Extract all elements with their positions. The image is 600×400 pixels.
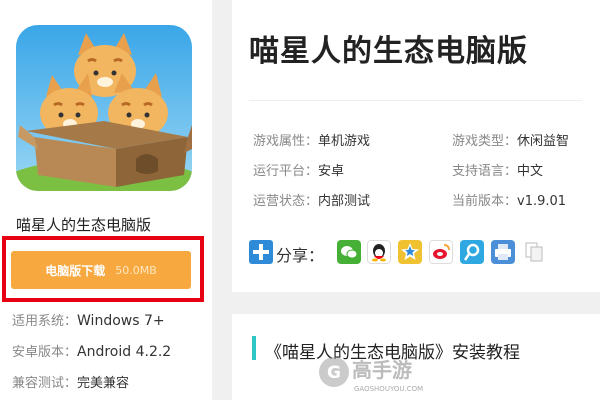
- weibo-icon[interactable]: [429, 240, 453, 264]
- info-label: 游戏属性：: [253, 134, 319, 149]
- info-language: 支持语言：中文: [452, 160, 543, 179]
- info-value: 休闲益智: [517, 134, 570, 149]
- page-title: 喵星人的生态电脑版: [249, 34, 528, 69]
- info-label: 支持语言：: [452, 164, 518, 179]
- spec-system: 适用系统：Windows 7+: [12, 310, 165, 329]
- site-watermark: G 高手游 GAOSHOUYOU.COM: [316, 352, 436, 396]
- info-label: 运营状态：: [253, 194, 319, 209]
- info-value: 中文: [517, 164, 544, 179]
- info-value: 单机游戏: [318, 134, 371, 149]
- info-label: 游戏类型：: [452, 134, 518, 149]
- qzone-icon[interactable]: [398, 240, 422, 264]
- spec-label: 兼容测试：: [12, 376, 78, 391]
- svg-text:G: G: [327, 363, 341, 383]
- app-icon[interactable]: [16, 25, 192, 191]
- spec-label: 安卓版本：: [12, 345, 78, 360]
- qq-icon[interactable]: [367, 240, 391, 264]
- spec-compatibility: 兼容测试：完美兼容: [12, 372, 129, 391]
- info-attribute: 游戏属性：单机游戏: [253, 130, 370, 149]
- info-type: 游戏类型：休闲益智: [452, 130, 569, 149]
- download-button[interactable]: 电脑版下载 50.0MB: [11, 251, 191, 289]
- watermark-brand: 高手游: [352, 358, 412, 382]
- divider: [249, 100, 582, 101]
- share-label: 分享：: [276, 246, 325, 265]
- share-plus-icon[interactable]: [249, 240, 273, 264]
- info-label: 当前版本：: [452, 194, 518, 209]
- info-value: 安卓: [318, 164, 345, 179]
- info-label: 运行平台：: [253, 164, 319, 179]
- watermark-url: GAOSHOUYOU.COM: [354, 385, 423, 393]
- info-version: 当前版本：v1.9.01: [452, 190, 566, 209]
- download-label: 电脑版下载: [45, 263, 106, 278]
- app-name: 喵星人的生态电脑版: [16, 216, 152, 234]
- wechat-icon[interactable]: [337, 240, 361, 264]
- accent-bar: [252, 336, 256, 360]
- spec-label: 适用系统：: [12, 314, 78, 329]
- info-status: 运营状态：内部测试: [253, 190, 370, 209]
- info-value: 内部测试: [318, 194, 371, 209]
- spec-value: Android 4.2.2: [77, 344, 172, 360]
- download-size: 50.0MB: [115, 263, 157, 277]
- spec-android: 安卓版本：Android 4.2.2: [12, 341, 171, 360]
- info-value: v1.9.01: [517, 194, 567, 209]
- print-icon[interactable]: [491, 240, 515, 264]
- tencent-weibo-icon[interactable]: [460, 240, 484, 264]
- spec-value: 完美兼容: [77, 376, 130, 391]
- info-platform: 运行平台：安卓: [253, 160, 344, 179]
- spec-value: Windows 7+: [77, 313, 165, 329]
- copy-icon[interactable]: [522, 240, 546, 264]
